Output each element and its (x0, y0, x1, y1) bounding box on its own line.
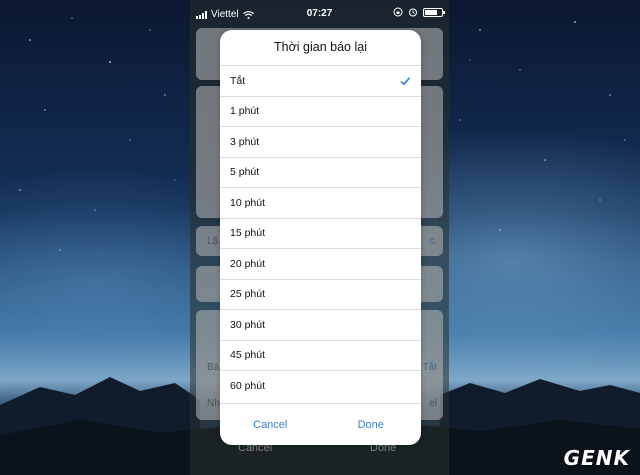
option-row[interactable]: 15 phút (220, 217, 421, 249)
option-label: Tắt (230, 74, 246, 87)
option-row[interactable]: 30 phút (220, 309, 421, 340)
background-row-ba-label: Bá (207, 362, 220, 373)
done-button[interactable]: Done (321, 404, 422, 445)
option-list: Tắt 1 phút 3 phút 5 phút 10 phút 15 phút 20 ph… (220, 65, 421, 401)
rotation-lock-icon (393, 7, 403, 17)
option-row[interactable]: 45 phút (220, 339, 421, 371)
option-label: 30 phút (230, 318, 266, 331)
snooze-time-dialog: Thời gian báo lại Tắt 1 phút 3 phút 5 phút 1… (220, 30, 421, 445)
checkmark-icon (400, 77, 411, 86)
background-row-nh-value: el (429, 398, 437, 409)
option-row[interactable]: 1 phút (220, 95, 421, 127)
option-label: 3 phút (230, 135, 260, 148)
option-label: 60 phút (230, 379, 266, 392)
option-label: 1 phút (230, 105, 260, 118)
background-row-ba-value: Tắt (422, 362, 437, 373)
option-label: 20 phút (230, 257, 266, 270)
background-row-lap-value: c. (429, 236, 437, 247)
status-bar: Viettel 07:27 (190, 0, 449, 28)
option-row[interactable]: 20 phút (220, 248, 421, 279)
status-icons (393, 7, 445, 17)
option-label: 25 phút (230, 288, 266, 301)
battery-icon (423, 7, 445, 17)
option-row[interactable]: 60 phút (220, 370, 421, 401)
alarm-icon (409, 8, 417, 17)
option-label: 15 phút (230, 227, 266, 240)
option-label: 45 phút (230, 349, 266, 362)
option-label: 5 phút (230, 166, 260, 179)
option-row[interactable]: 3 phút (220, 126, 421, 157)
dialog-actions: Cancel Done (220, 403, 421, 445)
option-row[interactable]: 25 phút (220, 278, 421, 310)
option-label: 10 phút (230, 196, 266, 209)
genk-logo: GENK (563, 446, 630, 470)
dialog-title: Thời gian báo lại (274, 40, 367, 54)
option-row[interactable]: Tắt (220, 65, 421, 96)
cancel-button[interactable]: Cancel (220, 404, 321, 445)
option-row[interactable]: 5 phút (220, 156, 421, 188)
background-row-lap-label: Lặ (207, 236, 219, 247)
option-row[interactable]: 10 phút (220, 187, 421, 218)
background-row-nh-label: Nh (207, 398, 220, 409)
